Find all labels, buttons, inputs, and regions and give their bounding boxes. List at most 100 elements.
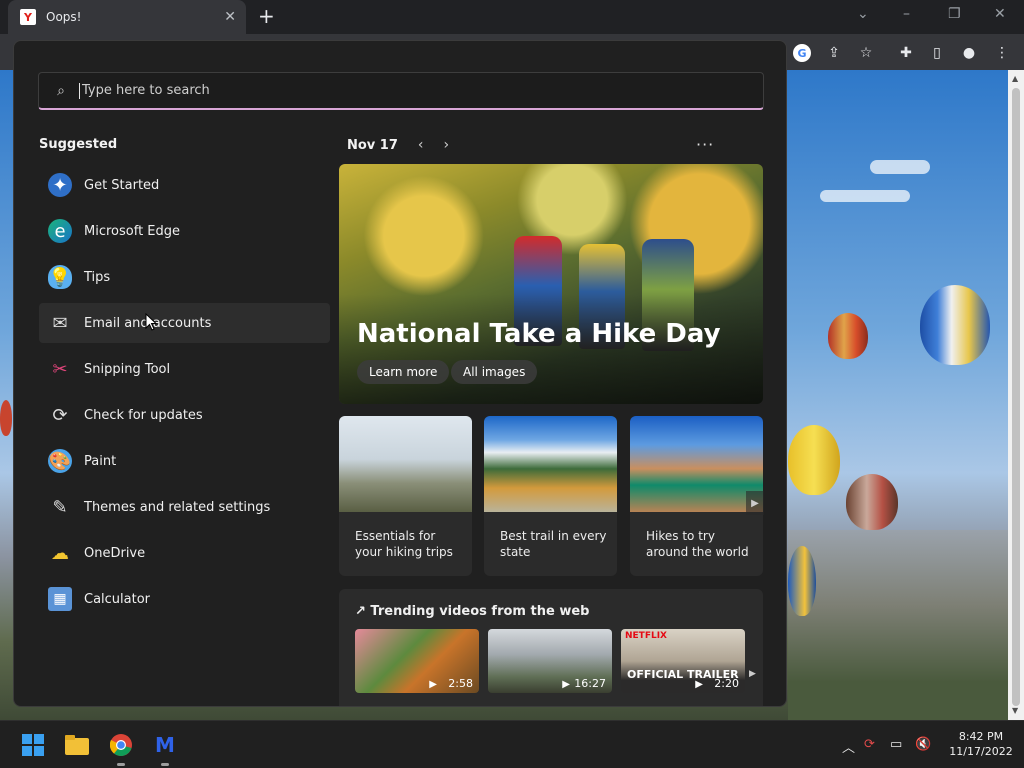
mail-icon: ✉ — [52, 312, 68, 334]
cloud — [820, 190, 910, 202]
suggested-item-label: Paint — [84, 453, 117, 469]
close-tab-icon[interactable]: ✕ — [224, 9, 236, 25]
card-image — [339, 416, 472, 512]
video-thumbnail[interactable]: NETFLIX OFFICIAL TRAILER ▶ 2:20 — [621, 629, 745, 693]
google-icon[interactable]: G — [793, 44, 811, 62]
card-caption: Best trail in every state — [500, 529, 607, 559]
running-indicator — [117, 763, 125, 766]
network-icon[interactable]: ▭ — [890, 737, 902, 752]
scroll-down-icon[interactable]: ▼ — [1012, 706, 1018, 715]
mouse-cursor-icon — [145, 313, 157, 331]
date-label: Nov 17 — [347, 137, 398, 153]
suggested-item-label: Snipping Tool — [84, 361, 171, 377]
suggested-item-label: Microsoft Edge — [84, 223, 181, 239]
suggested-item-label: Themes and related settings — [84, 499, 271, 515]
search-icon: ⌕ — [57, 82, 65, 99]
article-card[interactable]: Best trail in every state — [484, 416, 617, 576]
videos-next-icon[interactable]: ▶ — [749, 669, 756, 679]
new-tab-button[interactable]: + — [258, 4, 275, 28]
page-scrollbar[interactable]: ▲ ▼ — [1008, 70, 1024, 720]
suggested-item-get-started[interactable]: ✦ Get Started — [39, 165, 330, 205]
previous-day-icon[interactable]: ‹ — [418, 137, 424, 153]
suggested-list: ✦ Get Started e Microsoft Edge 💡 Tips ✉ … — [39, 165, 330, 625]
suggested-item-edge[interactable]: e Microsoft Edge — [39, 211, 330, 251]
malwarebytes-icon[interactable]: M — [152, 733, 178, 757]
more-options-icon[interactable]: ··· — [696, 135, 714, 154]
chrome-icon — [110, 734, 132, 756]
chrome-taskbar-icon[interactable] — [108, 733, 134, 757]
side-panel-icon[interactable]: ▯ — [928, 44, 946, 62]
hero-card[interactable]: National Take a Hike Day Learn more All … — [339, 164, 763, 404]
play-icon: ▶ — [429, 679, 437, 690]
suggested-item-label: Check for updates — [84, 407, 203, 423]
close-window-icon[interactable]: ✕ — [994, 6, 1006, 22]
trending-videos-panel: ↗ Trending videos from the web ▶ 2:58 ▶ … — [339, 589, 763, 706]
all-images-button[interactable]: All images — [451, 360, 538, 384]
restore-icon[interactable]: ❐ — [948, 6, 961, 22]
hot-air-balloon — [788, 546, 816, 616]
cloud — [870, 160, 930, 174]
next-day-icon[interactable]: › — [444, 137, 450, 153]
scrollbar-thumb[interactable] — [1012, 88, 1020, 706]
suggested-item-label: Get Started — [84, 177, 160, 193]
clock-date: 11/17/2022 — [949, 745, 1013, 758]
taskbar-clock[interactable]: 8:42 PM 11/17/2022 — [944, 729, 1018, 759]
windows-start-icon[interactable] — [20, 733, 46, 757]
browser-tab[interactable]: Y Oops! ✕ — [8, 0, 246, 34]
volume-muted-icon[interactable]: 🔇 — [915, 737, 931, 752]
suggested-item-tips[interactable]: 💡 Tips — [39, 257, 330, 297]
start-menu: ⌕ Type here to search Suggested ✦ Get St… — [13, 40, 787, 707]
article-card[interactable]: Hikes to try around the world — [630, 416, 763, 576]
windows-logo-icon — [22, 734, 44, 756]
suggested-item-paint[interactable]: 🎨 Paint — [39, 441, 330, 481]
search-box[interactable]: ⌕ Type here to search — [38, 72, 764, 110]
browser-menu-icon[interactable]: ⋮ — [993, 44, 1011, 62]
onedrive-icon: ☁ — [51, 542, 69, 564]
hero-title: National Take a Hike Day — [357, 319, 721, 349]
suggested-item-check-updates[interactable]: ⟳ Check for updates — [39, 395, 330, 435]
edge-icon: e — [48, 219, 72, 243]
card-image — [630, 416, 763, 512]
play-icon: ▶ — [695, 679, 703, 690]
card-caption: Hikes to try around the world — [646, 529, 749, 559]
minimize-icon[interactable]: – — [903, 6, 910, 22]
tab-search-icon[interactable]: ⌄ — [857, 6, 869, 22]
card-caption: Essentials for your hiking trips — [355, 529, 453, 559]
file-explorer-icon[interactable] — [64, 733, 90, 757]
refresh-icon: ⟳ — [52, 404, 68, 426]
suggested-item-themes[interactable]: ✎ Themes and related settings — [39, 487, 330, 527]
suggested-item-onedrive[interactable]: ☁ OneDrive — [39, 533, 330, 573]
show-hidden-icons[interactable]: ︿ — [842, 737, 855, 756]
yandex-favicon-icon: Y — [20, 9, 36, 25]
date-navigator: Nov 17 ‹ › — [347, 137, 449, 153]
browser-tab-bar: Y Oops! ✕ + ⌄ – ❐ ✕ — [0, 0, 1024, 34]
tips-icon: 💡 — [48, 265, 72, 289]
cards-next-icon[interactable]: ▶ — [746, 491, 764, 515]
hot-air-balloon — [828, 313, 868, 359]
learn-more-button[interactable]: Learn more — [357, 360, 450, 384]
search-input[interactable]: Type here to search — [79, 82, 210, 99]
scroll-up-icon[interactable]: ▲ — [1012, 74, 1018, 83]
video-duration: 16:27 — [574, 677, 606, 690]
brush-icon: ✎ — [52, 496, 68, 518]
suggested-heading: Suggested — [39, 137, 118, 152]
suggested-item-snipping-tool[interactable]: ✂ Snipping Tool — [39, 349, 330, 389]
calculator-icon: ▦ — [48, 587, 72, 611]
play-icon: ▶ — [562, 679, 570, 690]
suggested-item-email-accounts[interactable]: ✉ Email and accounts — [39, 303, 330, 343]
sync-alert-icon[interactable]: ⟳ — [864, 737, 875, 752]
suggested-item-label: Calculator — [84, 591, 151, 607]
tab-title: Oops! — [46, 10, 82, 24]
bookmark-star-icon[interactable]: ☆ — [857, 44, 875, 62]
video-thumbnail[interactable]: ▶ 2:58 — [355, 629, 479, 693]
extensions-icon[interactable]: ✚ — [897, 44, 915, 62]
suggested-item-calculator[interactable]: ▦ Calculator — [39, 579, 330, 619]
paint-icon: 🎨 — [48, 449, 72, 473]
article-card[interactable]: Essentials for your hiking trips — [339, 416, 472, 576]
get-started-icon: ✦ — [48, 173, 72, 197]
profile-icon[interactable]: ● — [960, 44, 978, 62]
share-icon[interactable]: ⇪ — [825, 44, 843, 62]
video-thumbnail[interactable]: ▶ 16:27 — [488, 629, 612, 693]
suggested-item-label: OneDrive — [84, 545, 146, 561]
hot-air-balloon — [920, 285, 990, 365]
